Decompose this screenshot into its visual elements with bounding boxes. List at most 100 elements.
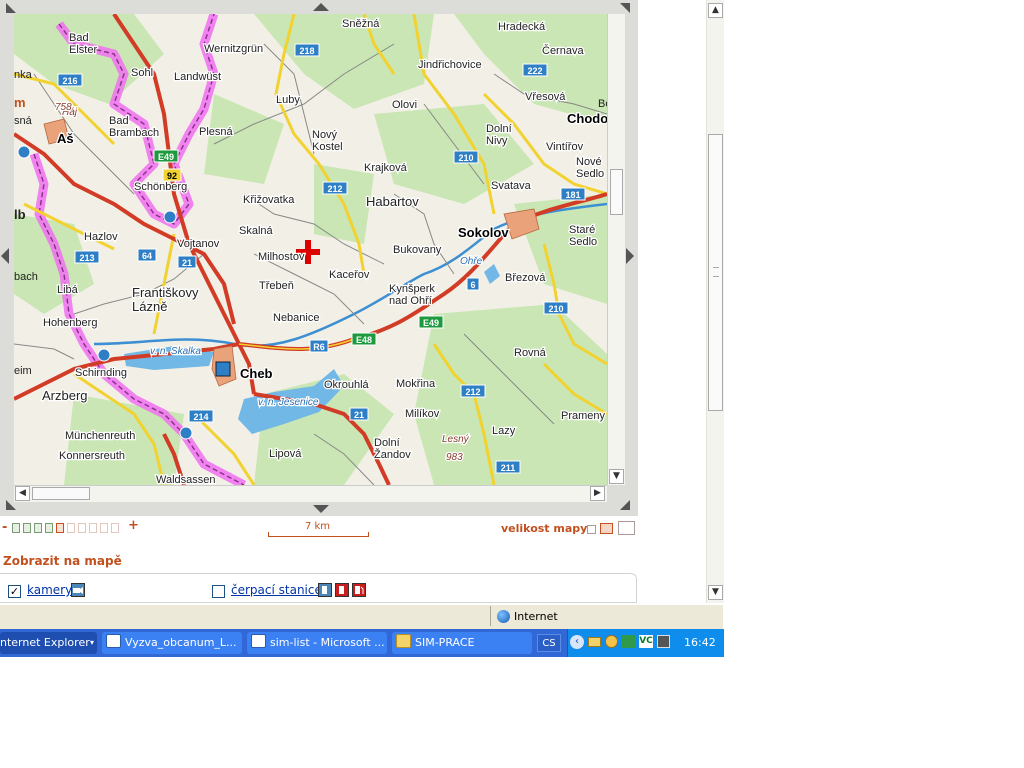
road-shield: 218 xyxy=(294,43,320,57)
border-crossing-icon xyxy=(97,348,111,362)
place-label: 983 xyxy=(446,452,463,463)
border-crossing-icon xyxy=(163,210,177,224)
zoom-level-button[interactable] xyxy=(56,523,64,533)
place-label: Sněžná xyxy=(342,18,380,30)
scale-label: 7 km xyxy=(304,521,331,532)
system-tray: ‹ VC 16:42 xyxy=(567,629,724,657)
pan-down-arrow[interactable] xyxy=(313,505,329,513)
place-label: Rovná xyxy=(514,347,547,359)
gas-stations-link[interactable]: čerpací stanice xyxy=(231,583,322,597)
cameras-link[interactable]: kamery xyxy=(27,583,72,597)
road-shield: E49 xyxy=(153,149,179,163)
svg-text:92: 92 xyxy=(167,171,177,181)
zoom-level-button[interactable] xyxy=(12,523,20,533)
pan-up-arrow[interactable] xyxy=(313,3,329,11)
map-horizontal-scroll-thumb[interactable] xyxy=(32,487,90,500)
taskbar-item-internet-explorer[interactable]: nternet Explorer ▾ xyxy=(0,632,97,654)
road-shield: 21 xyxy=(177,255,197,269)
mail-icon[interactable] xyxy=(588,637,601,647)
zoom-level-button[interactable] xyxy=(45,523,53,533)
road-shield: 216 xyxy=(57,73,83,87)
place-label: Landwüst xyxy=(174,71,221,83)
camera-marker-icon[interactable] xyxy=(215,361,231,377)
map-scroll-left-button[interactable]: ◀ xyxy=(15,486,30,501)
place-label: Křižovatka xyxy=(243,194,295,206)
antivirus-icon[interactable] xyxy=(622,635,635,648)
taskbar-item-word-vyzva[interactable]: Vyzva_obcanum_L... xyxy=(102,632,242,654)
taskbar-item-label: SIM-PRACE xyxy=(415,636,475,649)
map-vertical-scroll-thumb[interactable] xyxy=(610,169,623,215)
map-size-medium-button[interactable] xyxy=(600,523,613,534)
status-bar xyxy=(0,604,723,629)
map-horizontal-scrollbar[interactable]: ◀ ▶ xyxy=(14,485,607,502)
place-label: Vřesová xyxy=(525,91,566,103)
svg-text:21: 21 xyxy=(354,410,364,420)
edge-label-fragment: m xyxy=(14,95,26,110)
vc-icon[interactable]: VC xyxy=(639,635,653,648)
svg-text:222: 222 xyxy=(527,66,542,76)
globe-icon xyxy=(497,610,510,623)
place-label: Březová xyxy=(505,272,546,284)
zoom-in-button[interactable]: + xyxy=(128,518,139,533)
pan-left-arrow[interactable] xyxy=(1,248,9,264)
page-scroll-down-button[interactable]: ▼ xyxy=(708,585,723,600)
svg-text:6: 6 xyxy=(470,280,475,290)
zoom-out-button[interactable]: - xyxy=(2,520,7,535)
map-scroll-right-button[interactable]: ▶ xyxy=(590,486,605,501)
pan-se-arrow[interactable] xyxy=(620,500,630,510)
place-label: Jindřichovice xyxy=(418,59,482,71)
place-label: Hazlov xyxy=(84,231,118,243)
taskbar-item-word-simlist[interactable]: sim-list - Microsoft ... xyxy=(247,632,387,654)
zoom-level-button[interactable] xyxy=(78,523,86,533)
zoom-level-bar[interactable] xyxy=(12,520,132,536)
place-label: Habartov xyxy=(366,194,419,209)
network-icon[interactable] xyxy=(657,635,670,648)
map-scroll-down-button[interactable]: ▼ xyxy=(609,469,624,484)
road-shield: 210 xyxy=(543,301,569,315)
page-vertical-scrollbar[interactable]: ▲ ▼ xyxy=(706,0,724,603)
road-shield: 211 xyxy=(495,460,521,474)
svg-text:214: 214 xyxy=(193,412,208,422)
map-size-large-button[interactable] xyxy=(618,521,635,535)
zoom-level-button[interactable] xyxy=(34,523,42,533)
zoom-level-button[interactable] xyxy=(23,523,31,533)
svg-text:210: 210 xyxy=(458,153,473,163)
map-size-small-button[interactable] xyxy=(587,525,596,534)
cameras-checkbox[interactable]: ✓ xyxy=(8,585,21,598)
gas-stations-checkbox[interactable] xyxy=(212,585,225,598)
place-label: Wernitzgrün xyxy=(204,43,263,55)
taskbar-item-folder-simprace[interactable]: SIM-PRACE xyxy=(392,632,532,654)
page-scroll-thumb[interactable] xyxy=(708,134,723,411)
page-scroll-up-button[interactable]: ▲ xyxy=(708,3,723,18)
map-vertical-scrollbar[interactable]: ▼ xyxy=(607,14,625,485)
tray-expand-icon[interactable]: ‹ xyxy=(570,635,584,649)
zoom-level-button[interactable] xyxy=(100,523,108,533)
place-label: Skalná xyxy=(239,225,274,237)
zoom-level-button[interactable] xyxy=(111,523,119,533)
place-label: Dolní Žandov xyxy=(374,437,411,461)
svg-text:21: 21 xyxy=(182,258,192,268)
svg-text:216: 216 xyxy=(62,76,77,86)
road-shield: 212 xyxy=(460,384,486,398)
place-label: v. n. Skalka xyxy=(150,346,201,357)
place-label: Františkovy Lázně xyxy=(132,285,199,314)
road-shield: 181 xyxy=(560,187,586,201)
pan-ne-arrow[interactable] xyxy=(620,3,630,13)
clock-app-icon[interactable] xyxy=(605,635,618,648)
language-indicator[interactable]: CS xyxy=(537,634,561,652)
place-label: v. n. Jesenice xyxy=(258,397,319,408)
place-label: Münchenreuth xyxy=(65,430,135,442)
zoom-level-button[interactable] xyxy=(67,523,75,533)
pan-nw-arrow[interactable] xyxy=(6,3,16,13)
zoom-level-button[interactable] xyxy=(89,523,97,533)
road-shield: 64 xyxy=(137,248,157,262)
svg-text:64: 64 xyxy=(142,251,152,261)
place-label: Černava xyxy=(542,44,584,57)
place-label: 758 xyxy=(55,102,72,113)
pan-right-arrow[interactable] xyxy=(626,248,634,264)
map-view[interactable]: 218 222 216 E49 92 210 212 181 213 64 21 6 E49 R6 E48 2… xyxy=(14,14,607,485)
place-label: Aš xyxy=(57,131,74,146)
road-shield: 212 xyxy=(322,181,348,195)
road-shield: 21 xyxy=(349,407,369,421)
map-canvas[interactable]: 218222216E4992210212181213 64216E49R6E482… xyxy=(14,14,607,485)
